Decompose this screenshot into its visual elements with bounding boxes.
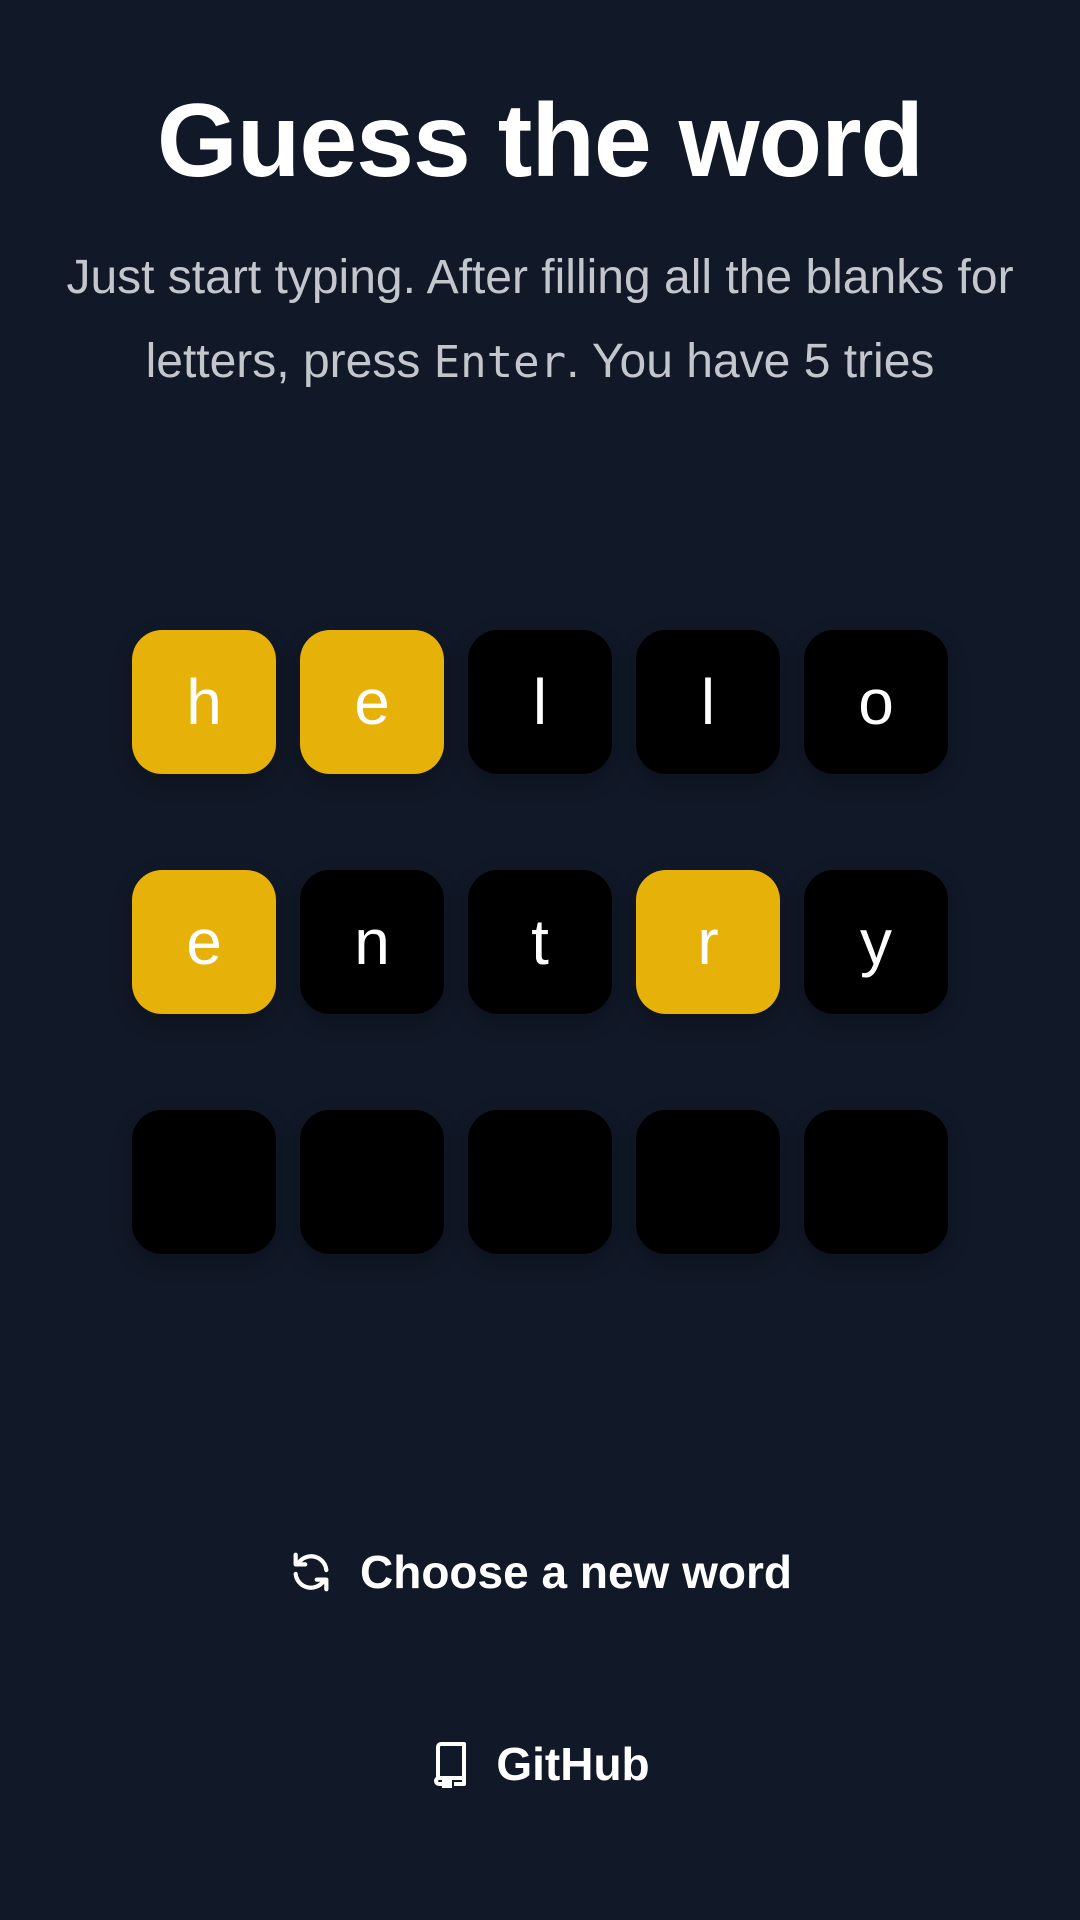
letter-tile-present: e: [300, 630, 444, 774]
choose-new-word-label: Choose a new word: [360, 1546, 792, 1598]
letter-tile-present: r: [636, 870, 780, 1014]
instructions: Just start typing. After filling all the…: [40, 236, 1040, 405]
page-title: Guess the word: [156, 83, 924, 199]
github-label: GitHub: [496, 1738, 650, 1790]
letter-tile-absent: o: [804, 630, 948, 774]
letter-tile-absent: n: [300, 870, 444, 1014]
refresh-icon: [288, 1549, 334, 1595]
letter-tile-absent: t: [468, 870, 612, 1014]
letter-tile-present: e: [132, 870, 276, 1014]
board-row: [132, 1110, 948, 1254]
repo-icon: [430, 1740, 470, 1788]
github-link[interactable]: GitHub: [0, 1732, 1080, 1796]
board-row: entry: [132, 870, 948, 1014]
letter-tile-empty: [300, 1110, 444, 1254]
letter-tile-present: h: [132, 630, 276, 774]
letter-tile-empty: [468, 1110, 612, 1254]
letter-tile-absent: l: [468, 630, 612, 774]
enter-key: Enter: [433, 337, 567, 388]
letter-tile-empty: [132, 1110, 276, 1254]
letter-tile-absent: y: [804, 870, 948, 1014]
letter-tile-empty: [636, 1110, 780, 1254]
board-row: hello: [132, 630, 948, 774]
letter-tile-empty: [804, 1110, 948, 1254]
instructions-text-end: . You have 5 tries: [566, 335, 935, 388]
choose-new-word-button[interactable]: Choose a new word: [0, 1540, 1080, 1604]
game-board: helloentry: [132, 630, 948, 1350]
letter-tile-absent: l: [636, 630, 780, 774]
